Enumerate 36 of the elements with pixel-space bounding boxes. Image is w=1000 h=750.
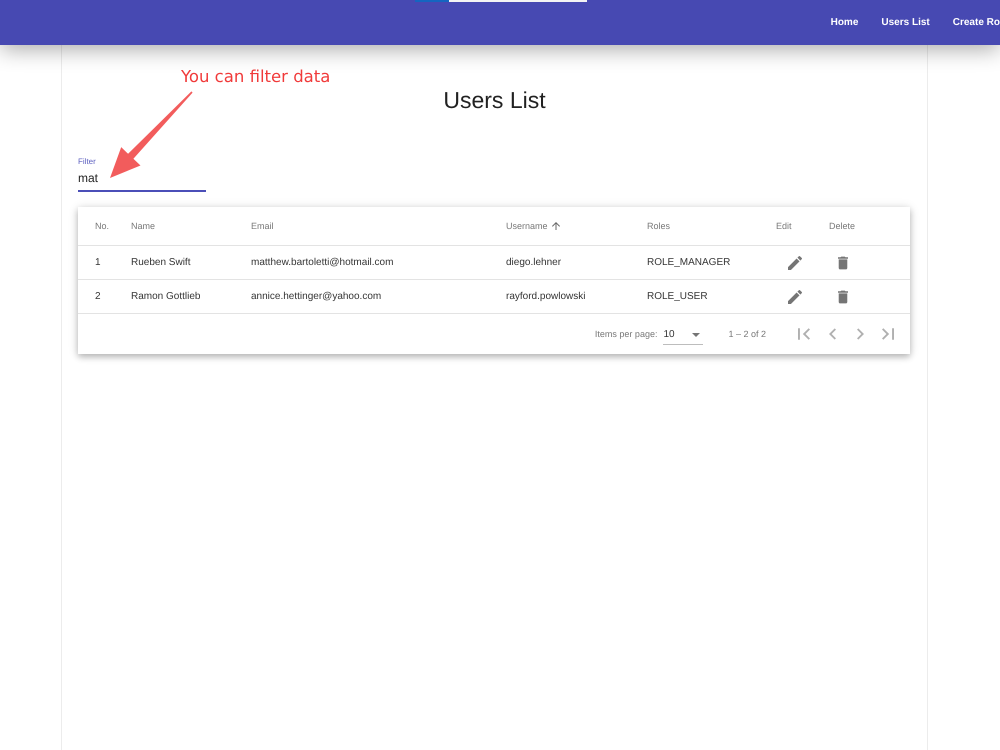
nav-link[interactable]: Users List [881,17,930,28]
table-cell-text: Rueben Swift [131,257,192,268]
table-cell-text: ROLE_MANAGER [647,257,732,268]
column-header[interactable]: No. [95,221,131,231]
table-cell-text: 2 [95,291,102,302]
caret-icon [692,332,700,336]
table-cell-text: matthew.bartoletti@hotmail.com [251,257,394,268]
column-header[interactable]: Email [251,221,506,231]
pencil-icon[interactable] [788,290,802,304]
previous-page-icon [828,328,836,340]
page-range: 1 – 2 of 2 [728,329,766,339]
table-cell-text: ROLE_USER [647,291,709,302]
column-header: Delete [829,221,856,231]
first-page-icon [798,328,810,340]
next-page-icon [856,328,864,340]
trash-icon[interactable] [838,290,848,304]
pencil-icon[interactable] [788,256,802,270]
table-cell-text: annice.hettinger@yahoo.com [251,291,382,302]
sort-up-arrow-icon [552,222,560,230]
page-size-select[interactable]: 10 [663,323,704,345]
table-cell-text: diego.lehner [506,257,562,268]
page-title: Users List [443,86,546,114]
table-cell-text: rayford.powlowski [506,291,586,302]
items-per-page-label: Items per page: [594,329,658,339]
last-page-icon [882,328,894,340]
annotation-text: You can filter data [181,66,330,88]
nav-link[interactable]: Home [830,17,858,28]
column-header: Edit [776,221,793,231]
nav-link[interactable]: Create Ro [952,17,1000,28]
trash-icon[interactable] [838,256,848,270]
column-header[interactable]: Roles [647,221,776,231]
filter-label: Filter [78,157,97,167]
table-cell-text: 1 [95,257,102,268]
column-header[interactable]: Name [131,221,251,231]
column-header[interactable]: Username [506,221,647,231]
table-cell-text: Ramon Gottlieb [131,291,202,302]
